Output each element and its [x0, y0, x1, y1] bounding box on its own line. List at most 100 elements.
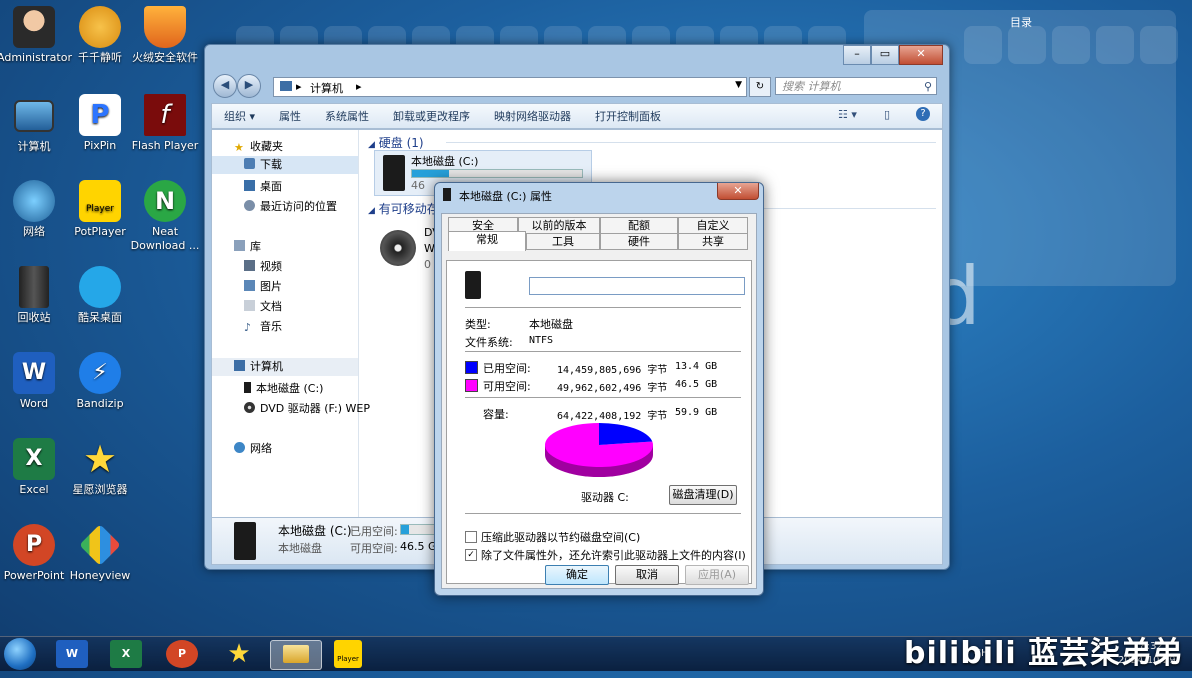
desktop-icon-neat-download[interactable]: N Neat Download ... [128, 180, 202, 253]
ok-button[interactable]: 确定 [545, 565, 609, 585]
desktop-icon-excel[interactable]: X Excel [0, 438, 71, 497]
bg-tile [1140, 26, 1178, 64]
watermark: bilibili 蓝芸柒弟弟 [904, 636, 1184, 671]
maximize-button[interactable]: ▭ [871, 45, 899, 65]
group-header-hdd[interactable]: ◢ 硬盘 (1) [368, 134, 424, 151]
desktop-icon-xingyuan[interactable]: ★ 星愿浏览器 [63, 438, 137, 497]
desktop-icon-recycle-bin[interactable]: 回收站 [0, 266, 71, 325]
desktop-icon-bandizip[interactable]: ⚡ Bandizip [63, 352, 137, 411]
index-checkbox[interactable]: ✓ [465, 549, 477, 561]
search-icon[interactable]: ⚲ [924, 78, 932, 96]
tab-hardware[interactable]: 硬件 [600, 233, 678, 250]
desktop-icon-word[interactable]: W Word [0, 352, 71, 411]
bg-tile [964, 26, 1002, 64]
desktop-icon-network[interactable]: 网络 [0, 180, 71, 239]
search-input[interactable]: 搜索 计算机 ⚲ [775, 77, 937, 95]
desktop-icon-pixpin[interactable]: P PixPin [63, 94, 137, 153]
taskbar-browser-icon[interactable]: ★ [222, 640, 256, 668]
details-name: 本地磁盘 (C:) [278, 524, 352, 538]
type-label: 类型: [465, 318, 491, 331]
disk-cleanup-button[interactable]: 磁盘清理(D) [669, 485, 737, 505]
tab-tools[interactable]: 工具 [526, 233, 600, 250]
taskbar-excel-icon[interactable]: X [110, 640, 142, 668]
tab-customize[interactable]: 自定义 [678, 217, 748, 234]
nav-music[interactable]: ♪ 音乐 [244, 318, 282, 334]
dvd-disc-icon[interactable] [380, 230, 416, 266]
nav-label: 最近访问的位置 [260, 200, 337, 213]
computer-icon [280, 81, 292, 91]
nav-label: 本地磁盘 (C:) [256, 382, 324, 395]
tab-sharing[interactable]: 共享 [678, 233, 748, 250]
preview-pane-icon[interactable]: ▯ [884, 108, 890, 121]
desktop-icon-label: 千千静听 [78, 51, 122, 64]
taskbar-potplayer-icon[interactable]: Player [334, 640, 362, 668]
used-space-swatch [465, 361, 478, 374]
details-free-label: 可用空间: [350, 542, 398, 555]
shield-icon [144, 6, 186, 48]
close-button[interactable]: ✕ [899, 45, 943, 65]
group-label: 硬盘 (1) [378, 136, 424, 150]
open-control-panel-button[interactable]: 打开控制面板 [583, 108, 673, 124]
desktop-icon-administrator[interactable]: Administrator [0, 6, 72, 65]
breadcrumb-separator: ▸ [296, 80, 302, 93]
desktop-icon-powerpoint[interactable]: P PowerPoint [0, 524, 71, 583]
tab-previous-versions[interactable]: 以前的版本 [518, 217, 600, 234]
desktop-icon-computer[interactable]: 计算机 [0, 94, 71, 154]
desktop-icon-ttplayer[interactable]: 千千静听 [63, 6, 137, 65]
nav-favorites[interactable]: ★ 收藏夹 [234, 138, 283, 154]
word-icon: W [13, 352, 55, 394]
desktop-icon-label: 计算机 [17, 140, 51, 153]
details-used-label: 已用空间: [350, 525, 398, 538]
help-icon[interactable]: ? [916, 107, 930, 121]
disk-usage-pie [545, 423, 653, 477]
system-properties-button[interactable]: 系统属性 [313, 108, 381, 124]
nav-videos[interactable]: 视频 [244, 258, 282, 274]
start-button[interactable] [4, 638, 36, 670]
capacity-label: 容量: [483, 408, 509, 421]
apply-button[interactable]: 应用(A) [685, 565, 749, 585]
desktop-icon-honeyview[interactable]: Honeyview [63, 524, 137, 583]
properties-button[interactable]: 属性 [267, 108, 313, 124]
compress-checkbox[interactable] [465, 531, 477, 543]
tab-quota[interactable]: 配额 [600, 217, 678, 234]
nav-dvd[interactable]: DVD 驱动器 (F:) WEP [244, 400, 370, 416]
navigation-pane: ★ 收藏夹 下载 桌面 最近访问的位置 库 视频 图片 文档 ♪ 音乐 计算机 本地… [212, 130, 370, 518]
dialog-close-button[interactable]: ✕ [717, 183, 759, 200]
organize-button[interactable]: 组织 ▾ [212, 108, 267, 124]
desktop-icon-potplayer[interactable]: Player PotPlayer [63, 180, 137, 239]
refresh-button[interactable]: ↻ [749, 77, 771, 97]
taskbar-explorer-icon[interactable] [270, 640, 322, 670]
map-network-drive-button[interactable]: 映射网络驱动器 [482, 108, 583, 124]
back-button[interactable]: ◀ [213, 74, 237, 98]
nav-local-disk[interactable]: 本地磁盘 (C:) [244, 380, 323, 396]
desktop-icon-huorong[interactable]: 火绒安全软件 [128, 6, 202, 65]
forward-button[interactable]: ▶ [237, 74, 261, 98]
nav-libraries[interactable]: 库 [234, 238, 261, 254]
nav-network[interactable]: 网络 [234, 440, 272, 456]
drive-name: 本地磁盘 (C:) [411, 155, 479, 168]
nav-recent[interactable]: 最近访问的位置 [244, 198, 337, 214]
desktop-icon-label: PowerPoint [3, 569, 65, 582]
taskbar-word-icon[interactable]: W [56, 640, 88, 668]
address-bar[interactable]: ▸ 计算机 ▸ ▼ [273, 77, 747, 97]
divider [465, 397, 741, 398]
nav-pictures[interactable]: 图片 [244, 278, 282, 294]
volume-label-input[interactable] [529, 277, 745, 295]
view-options-icon[interactable]: ☷ ▾ [838, 108, 857, 121]
minimize-button[interactable]: – [843, 45, 871, 65]
taskbar-powerpoint-icon[interactable]: P [166, 640, 198, 668]
nav-label: 文档 [260, 300, 282, 313]
chevron-down-icon[interactable]: ▼ [735, 80, 742, 90]
free-space-text: 46 [411, 179, 425, 192]
desktop-icon-kudai[interactable]: 酷呆桌面 [63, 266, 137, 325]
group-header-removable[interactable]: ◢ 有可移动存 [368, 200, 439, 217]
tab-general[interactable]: 常规 [448, 231, 526, 251]
nav-downloads[interactable]: 下载 [212, 156, 358, 174]
uninstall-program-button[interactable]: 卸载或更改程序 [381, 108, 482, 124]
nav-documents[interactable]: 文档 [244, 298, 282, 314]
nav-computer[interactable]: 计算机 [212, 358, 358, 376]
breadcrumb-computer[interactable]: 计算机 [310, 80, 343, 96]
cancel-button[interactable]: 取消 [615, 565, 679, 585]
desktop-icon-flash[interactable]: f Flash Player [128, 94, 202, 153]
nav-desktop[interactable]: 桌面 [244, 178, 282, 194]
